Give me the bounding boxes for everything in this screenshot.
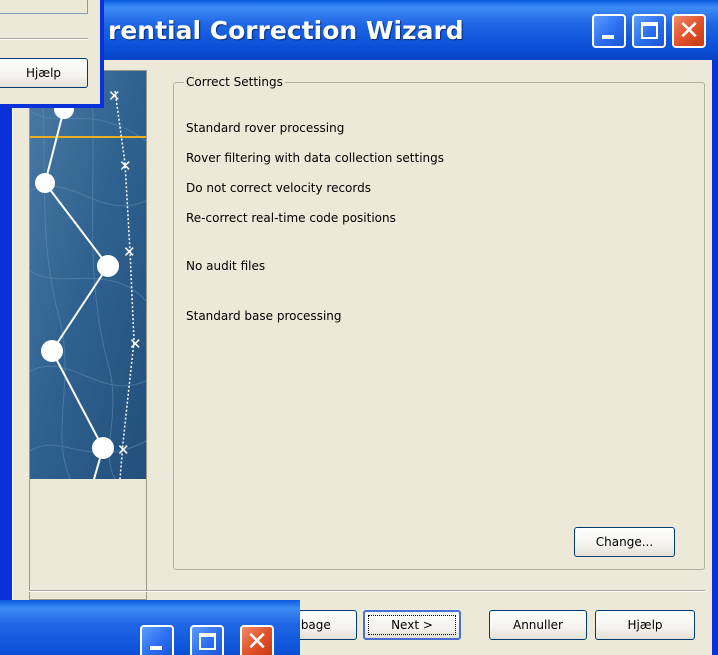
setting-rover-filtering: Rover filtering with data collection set… — [186, 151, 445, 165]
svg-text:✕: ✕ — [117, 441, 130, 459]
bg-minimize-button[interactable] — [140, 625, 174, 655]
overlay-dialog-client: Hjælp — [0, 0, 100, 104]
window-title: rential Correction Wizard — [108, 16, 464, 45]
minimize-button[interactable] — [592, 14, 626, 48]
close-icon: ✕ — [678, 16, 700, 46]
overlay-help-button[interactable]: Hjælp — [0, 58, 88, 88]
maximize-icon — [199, 633, 216, 650]
title-bar[interactable]: rential Correction Wizard ✕ — [0, 0, 718, 60]
group-legend: Correct Settings — [184, 75, 285, 89]
minimize-icon — [602, 35, 614, 39]
wizard-client-area: ✕ ✕ ✕ ✕ ✕ Correct Settings Standard rove… — [12, 60, 712, 655]
gps-track-map-art: ✕ ✕ ✕ ✕ ✕ — [30, 71, 146, 479]
svg-text:✕: ✕ — [123, 243, 136, 261]
setting-audit-files: No audit files — [186, 259, 266, 273]
setting-recorrect-realtime: Re-correct real-time code positions — [186, 211, 396, 225]
correct-settings-group: Correct Settings Standard rover processi… — [173, 75, 705, 570]
overlay-dialog: Hjælp — [0, 0, 104, 108]
svg-text:✕: ✕ — [119, 157, 132, 175]
overlay-dialog-field — [0, 0, 88, 14]
footer-separator — [29, 590, 705, 592]
setting-base-processing: Standard base processing — [186, 309, 342, 323]
minimize-icon — [150, 646, 162, 650]
maximize-button[interactable] — [632, 14, 666, 48]
help-button[interactable]: Hjælp — [595, 610, 695, 640]
close-icon: ✕ — [246, 627, 268, 655]
maximize-icon — [641, 22, 658, 39]
bg-close-button[interactable]: ✕ — [240, 625, 274, 655]
overlay-dialog-separator — [0, 38, 88, 40]
bg-maximize-button[interactable] — [190, 625, 224, 655]
close-button[interactable]: ✕ — [672, 14, 706, 48]
wizard-image-panel: ✕ ✕ ✕ ✕ ✕ — [29, 70, 147, 600]
change-button[interactable]: Change... — [574, 527, 675, 557]
svg-text:✕: ✕ — [108, 87, 121, 105]
svg-text:✕: ✕ — [129, 335, 142, 353]
setting-rover-processing: Standard rover processing — [186, 121, 345, 135]
cancel-button[interactable]: Annuller — [489, 610, 587, 640]
setting-velocity-records: Do not correct velocity records — [186, 181, 371, 195]
background-window-titlebar[interactable]: ✕ — [0, 600, 300, 655]
wizard-window: rential Correction Wizard ✕ ✕ ✕ ✕ ✕ ✕ Co… — [0, 0, 718, 655]
next-button[interactable]: Next > — [363, 610, 461, 640]
focus-rect — [368, 615, 456, 635]
